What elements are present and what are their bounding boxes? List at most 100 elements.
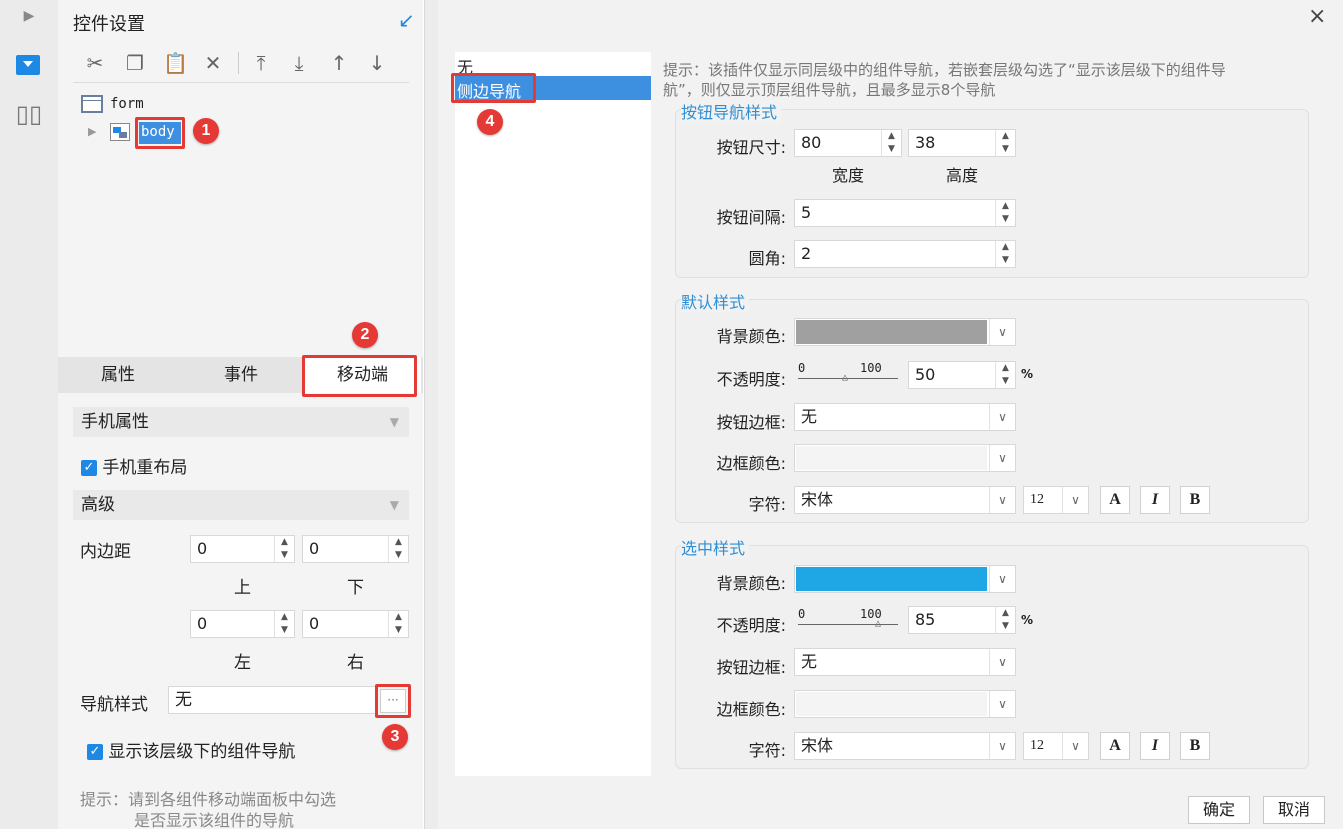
- advanced-section[interactable]: 高级 ▼: [73, 490, 409, 520]
- padding-top-label: 上: [234, 578, 251, 598]
- chevron-down-icon[interactable]: ∨: [989, 691, 1015, 717]
- tab-properties[interactable]: 属性: [58, 357, 178, 393]
- chevron-down-icon[interactable]: ∨: [989, 566, 1015, 592]
- chevron-down-icon[interactable]: ∨: [989, 404, 1015, 430]
- chevron-down-icon[interactable]: ∨: [1062, 733, 1088, 759]
- bold-button[interactable]: B: [1180, 486, 1210, 514]
- chevron-down-icon: ▼: [389, 415, 399, 429]
- button-width-input[interactable]: 80 ▲ ▼: [794, 129, 902, 157]
- chevron-down-icon[interactable]: ∨: [989, 487, 1015, 513]
- stepper-icon[interactable]: ▲ ▼: [995, 200, 1015, 226]
- widget-panel-icon[interactable]: [16, 55, 40, 75]
- delete-icon[interactable]: ✕: [201, 50, 225, 76]
- stepper-icon[interactable]: ▲ ▼: [274, 536, 294, 562]
- default-font-size-select[interactable]: 12 ∨: [1023, 486, 1089, 514]
- chevron-down-icon[interactable]: ∨: [989, 445, 1015, 471]
- stepper-icon[interactable]: ▲ ▼: [881, 130, 901, 156]
- phone-props-section[interactable]: 手机属性 ▼: [73, 407, 409, 437]
- selected-border-color-picker[interactable]: ∨: [794, 690, 1016, 718]
- tree-item-form[interactable]: form: [110, 96, 144, 112]
- default-opacity-input[interactable]: 50 ▲ ▼: [908, 361, 1016, 389]
- selected-opacity-input[interactable]: 85 ▲ ▼: [908, 606, 1016, 634]
- cut-icon[interactable]: ✂: [83, 50, 107, 76]
- slider-thumb-icon[interactable]: △: [875, 618, 881, 629]
- step-badge-1: 1: [193, 118, 219, 144]
- tree-expand-icon[interactable]: ▶: [88, 125, 96, 138]
- percent-label: %: [1021, 613, 1034, 627]
- stepper-icon[interactable]: ▲ ▼: [995, 241, 1015, 267]
- selected-font-select[interactable]: 宋体 ∨: [794, 732, 1016, 760]
- stepper-icon[interactable]: ▲ ▼: [995, 362, 1015, 388]
- chevron-down-icon[interactable]: ∨: [989, 319, 1015, 345]
- stepper-icon[interactable]: ▲ ▼: [274, 611, 294, 637]
- left-icon-strip: ▶ ▯▯: [0, 0, 58, 829]
- font-color-button[interactable]: A: [1100, 732, 1130, 760]
- stepper-icon[interactable]: ▲ ▼: [995, 607, 1015, 633]
- expand-arrow-icon[interactable]: ▶: [0, 8, 58, 24]
- nav-style-input[interactable]: 无: [168, 686, 376, 714]
- layout-icon[interactable]: ▯▯: [0, 100, 58, 128]
- font-color-button[interactable]: A: [1100, 486, 1130, 514]
- default-border-select[interactable]: 无 ∨: [794, 403, 1016, 431]
- nav-type-list: [455, 52, 651, 776]
- selected-border-select[interactable]: 无 ∨: [794, 648, 1016, 676]
- selected-font-label: 字符:: [748, 741, 786, 760]
- button-style-title: 按钮导航样式: [681, 99, 782, 123]
- stepper-icon[interactable]: ▲ ▼: [388, 611, 408, 637]
- checkbox-checked-icon[interactable]: ✓: [87, 744, 103, 760]
- default-opacity-slider[interactable]: 0 100 △: [798, 361, 898, 389]
- chevron-down-icon: ▼: [389, 498, 399, 512]
- chevron-down-icon[interactable]: ∨: [989, 649, 1015, 675]
- button-gap-input[interactable]: 5 ▲ ▼: [794, 199, 1016, 227]
- selected-border-label: 按钮边框:: [716, 658, 786, 677]
- phone-relayout-label: 手机重布局: [102, 458, 188, 478]
- padding-right-label: 右: [347, 653, 364, 673]
- move-bottom-icon[interactable]: ⤓: [287, 50, 311, 76]
- show-nav-row[interactable]: ✓ 显示该层级下的组件导航: [87, 737, 295, 762]
- default-bg-label: 背景颜色:: [716, 327, 786, 346]
- move-down-icon[interactable]: ↓: [365, 50, 389, 76]
- selected-opacity-slider[interactable]: 0 100 △: [798, 607, 898, 635]
- selected-font-size-select[interactable]: 12 ∨: [1023, 732, 1089, 760]
- checkbox-checked-icon[interactable]: ✓: [81, 460, 97, 476]
- phone-relayout-row[interactable]: ✓ 手机重布局: [81, 453, 187, 478]
- selected-opacity-label: 不透明度:: [716, 616, 786, 635]
- selected-bg-label: 背景颜色:: [716, 574, 786, 593]
- padding-right-input[interactable]: 0 ▲ ▼: [302, 610, 409, 638]
- move-top-icon[interactable]: ⤒: [249, 50, 273, 76]
- chevron-down-icon[interactable]: ∨: [989, 733, 1015, 759]
- collapse-icon[interactable]: ↙: [398, 8, 415, 32]
- padding-bottom-input[interactable]: 0 ▲ ▼: [302, 535, 409, 563]
- padding-left-label: 左: [234, 653, 251, 673]
- slider-thumb-icon[interactable]: △: [842, 372, 848, 383]
- default-font-select[interactable]: 宋体 ∨: [794, 486, 1016, 514]
- move-up-icon[interactable]: ↑: [327, 50, 351, 76]
- panel-divider: [424, 0, 438, 829]
- body-icon: [110, 123, 130, 141]
- close-icon[interactable]: ×: [1308, 4, 1326, 29]
- copy-icon[interactable]: ❐: [123, 50, 147, 76]
- bold-button[interactable]: B: [1180, 732, 1210, 760]
- advanced-header: 高级: [81, 495, 115, 515]
- cancel-button[interactable]: 取消: [1263, 796, 1325, 824]
- selected-border-color-label: 边框颜色:: [716, 700, 786, 719]
- panel-title: 控件设置: [73, 14, 145, 35]
- paste-icon[interactable]: 📋: [163, 50, 188, 76]
- default-font-label: 字符:: [748, 495, 786, 514]
- padding-top-input[interactable]: 0 ▲ ▼: [190, 535, 295, 563]
- selected-bg-color-picker[interactable]: ∨: [794, 565, 1016, 593]
- dialog-hint-line-1: 提示：该插件仅显示同层级中的组件导航，若嵌套层级勾选了“显示该层级下的组件导: [663, 61, 1226, 79]
- stepper-icon[interactable]: ▲ ▼: [388, 536, 408, 562]
- padding-left-input[interactable]: 0 ▲ ▼: [190, 610, 295, 638]
- default-border-color-picker[interactable]: ∨: [794, 444, 1016, 472]
- italic-button[interactable]: I: [1140, 732, 1170, 760]
- button-height-input[interactable]: 38 ▲ ▼: [908, 129, 1016, 157]
- default-bg-color-picker[interactable]: ∨: [794, 318, 1016, 346]
- radius-input[interactable]: 2 ▲ ▼: [794, 240, 1016, 268]
- ok-button[interactable]: 确定: [1188, 796, 1250, 824]
- chevron-down-icon[interactable]: ∨: [1062, 487, 1088, 513]
- italic-button[interactable]: I: [1140, 486, 1170, 514]
- tab-events[interactable]: 事件: [181, 357, 301, 393]
- default-border-color-label: 边框颜色:: [716, 454, 786, 473]
- stepper-icon[interactable]: ▲ ▼: [995, 130, 1015, 156]
